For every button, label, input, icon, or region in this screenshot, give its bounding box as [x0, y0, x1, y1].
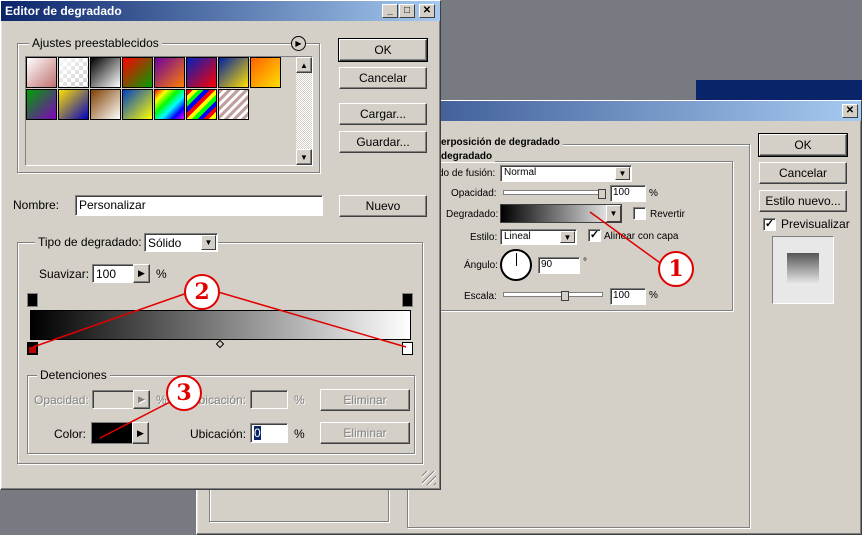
annotation-marker-1: 1 — [658, 251, 694, 287]
annotation-line-2b — [217, 291, 407, 348]
annotation-line-1 — [589, 211, 664, 266]
annotation-line-2a — [32, 291, 191, 348]
annotation-lines — [32, 211, 664, 439]
annotation-marker-3: 3 — [166, 375, 202, 411]
annotation-marker-2: 2 — [184, 274, 220, 310]
annotation-line-3 — [99, 401, 171, 439]
